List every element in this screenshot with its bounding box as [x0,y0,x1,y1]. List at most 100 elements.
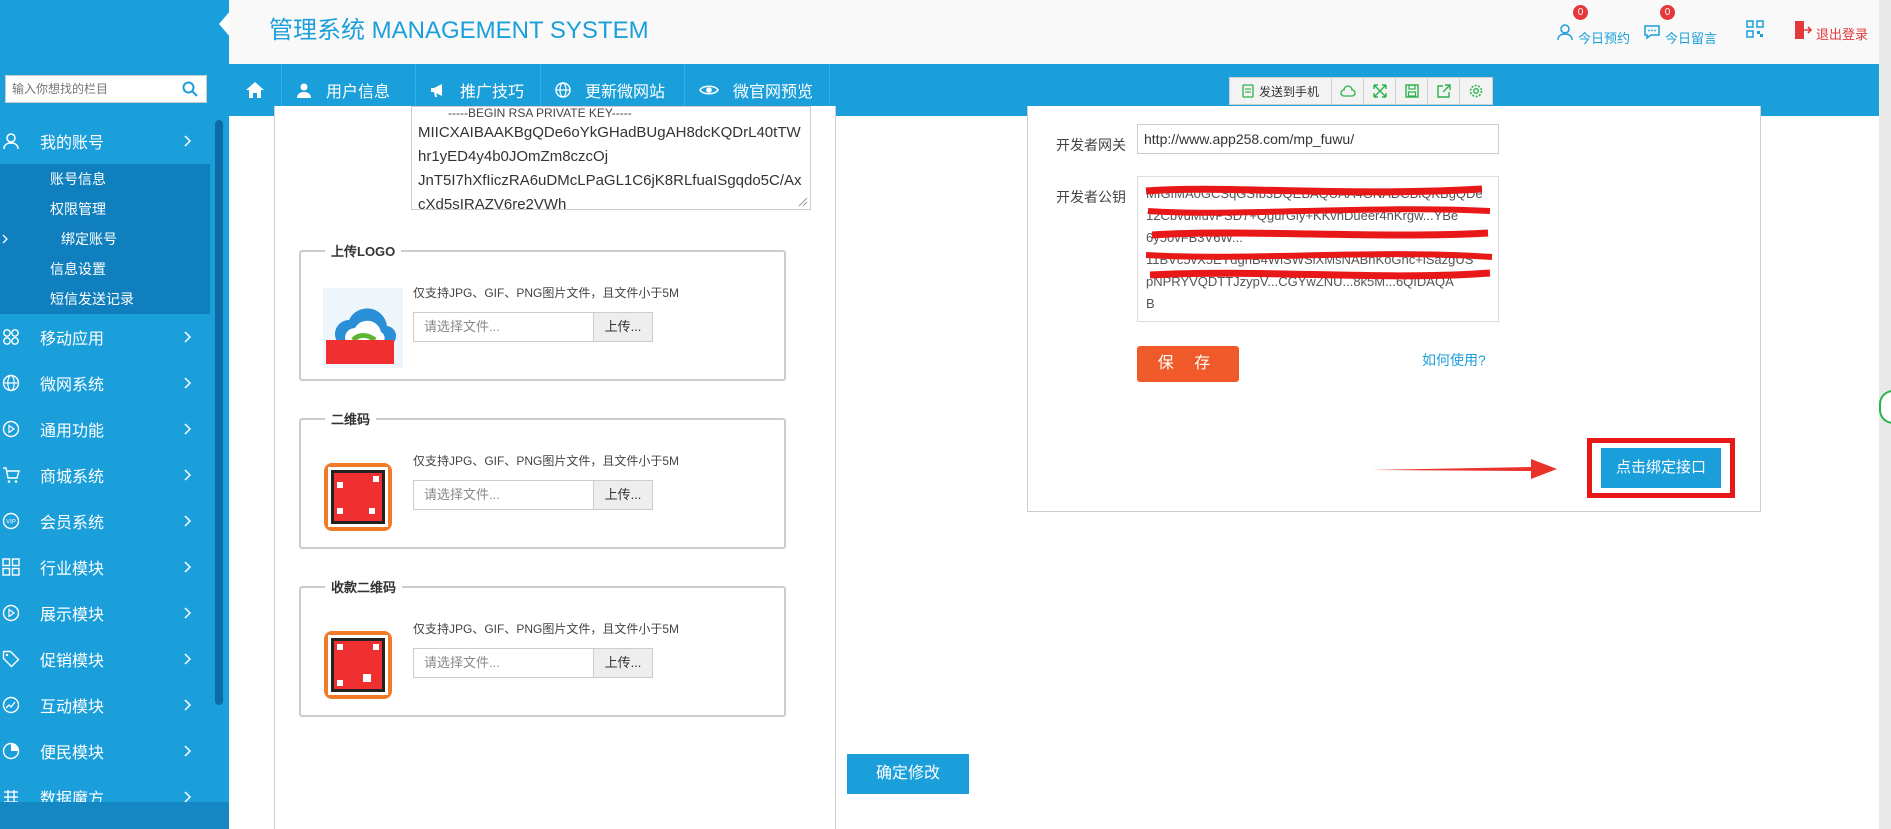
page-toolbar: 发送到手机 [1229,77,1493,105]
scroll-knob[interactable] [1879,390,1891,424]
sidebar-subitem-permissions[interactable]: 权限管理 [0,194,210,224]
upload-button[interactable]: 上传... [594,649,652,677]
sidebar-subitem-account-info[interactable]: 账号信息 [0,164,210,194]
sidebar-item-label: 互动模块 [40,699,105,716]
sidebar-item-display-modules[interactable]: 展示模块 [0,590,210,636]
sidebar-scrollbar[interactable] [215,120,223,705]
upload-payment-qrcode-legend: 收款二维码 [331,580,397,595]
pie-icon [2,742,20,760]
top-header: 管理系统 MANAGEMENT SYSTEM 0 今日预约 0 今日留言 退出登… [229,0,1891,64]
sidebar-subitem-label: 绑定账号 [61,231,117,247]
gear-icon [1469,84,1483,98]
redaction-scribble [1145,185,1493,280]
arrow-annotation [1371,459,1557,479]
nav-label: 用户信息 [326,84,391,101]
today-booking-link[interactable]: 0 今日预约 [1556,5,1630,47]
sidebar-item-my-account[interactable]: 我的账号 [0,118,210,164]
chat-icon [1644,24,1660,39]
sidebar-bottom-strip [0,802,229,829]
sidebar-item-interaction-modules[interactable]: 互动模块 [0,682,210,728]
messages-count-badge: 0 [1660,5,1675,20]
sidebar-menu: 我的账号 账号信息 权限管理 绑定账号 信息设置 短信发送记录 移动应用 微网系… [0,118,210,820]
nav-label: 更新微网站 [585,84,666,101]
save-toolbar-button[interactable] [1396,78,1428,104]
qrcode-file-picker[interactable]: 请选择文件... 上传... [413,480,653,510]
user-icon [3,133,19,150]
upload-hint: 仅支持JPG、GIF、PNG图片文件，且文件小于5M [413,454,680,468]
cart-icon [3,467,20,483]
upload-payment-qrcode-section: 收款二维码 仅支持JPG、GIF、PNG图片文件，且文件小于5M 请选择文件..… [299,577,786,717]
logout-label: 退出登录 [1816,27,1869,42]
upload-logo-section: 上传LOGO 仅支持JPG、GIF、PNG图片文件，且文件小于5M 请选择文件.… [299,241,786,381]
sidebar-subitem-sms-records[interactable]: 短信发送记录 [0,284,210,314]
upload-button[interactable]: 上传... [594,481,652,509]
sidebar-subitem-info-settings[interactable]: 信息设置 [0,254,210,284]
cloud-logo-image [323,288,403,368]
nav-label: 微官网预览 [733,84,814,101]
sidebar-item-label: 我的账号 [40,135,105,152]
sidebar-submenu-my-account: 账号信息 权限管理 绑定账号 信息设置 短信发送记录 [0,164,210,314]
payment-qrcode-file-picker[interactable]: 请选择文件... 上传... [413,648,653,678]
qrcode-icon[interactable] [1746,20,1764,38]
send-to-phone-button[interactable]: 发送到手机 [1230,78,1332,104]
save-button[interactable]: 保 存 [1137,346,1239,382]
globe-icon [555,82,571,98]
chevron-right-icon [184,653,192,665]
logout-button[interactable]: 退出登录 [1794,16,1868,43]
save-icon [1404,84,1419,98]
sidebar-item-label: 商城系统 [40,469,105,486]
sidebar-item-micro-site[interactable]: 微网系统 [0,360,210,406]
sidebar-item-label: 促销模块 [40,653,105,670]
chevron-right-icon [184,745,192,757]
gateway-input[interactable]: http://www.app258.com/mp_fuwu/ [1137,124,1499,154]
how-to-use-link[interactable]: 如何使用? [1422,350,1486,370]
phone-icon [1242,84,1254,98]
sidebar-search[interactable] [5,75,207,103]
upload-logo-legend: 上传LOGO [331,244,396,259]
chevron-right-icon [184,561,192,573]
fullscreen-button[interactable] [1364,78,1396,104]
sidebar-item-label: 便民模块 [40,745,105,762]
private-key-textarea[interactable]: -----BEGIN RSA PRIVATE KEY----- MIICXAIB… [411,106,811,210]
today-messages-link[interactable]: 0 今日留言 [1643,5,1717,47]
upload-button[interactable]: 上传... [594,313,652,341]
chevron-right-icon [184,377,192,389]
sidebar-item-label: 移动应用 [40,331,105,348]
search-icon[interactable] [182,81,198,97]
file-name-field[interactable]: 请选择文件... [414,649,594,677]
sidebar-item-convenience-modules[interactable]: 便民模块 [0,728,210,774]
vip-icon: VIP [2,512,20,530]
private-key-line-0: -----BEGIN RSA PRIVATE KEY----- [448,106,632,120]
sidebar-item-common-functions[interactable]: 通用功能 [0,406,210,452]
cloud-button[interactable] [1332,78,1364,104]
chevron-right-icon [184,331,192,343]
private-key-line-3: JnT5I7hXfIiczRA6uDMcLPaGL1C6jK8RLfuaISgq… [418,172,802,189]
sidebar-item-industry-modules[interactable]: 行业模块 [0,544,210,590]
cloud-icon [1339,85,1356,97]
sidebar-item-mall-system[interactable]: 商城系统 [0,452,210,498]
logo-file-picker[interactable]: 请选择文件... 上传... [413,312,653,342]
sidebar-item-member-system[interactable]: VIP 会员系统 [0,498,210,544]
bind-interface-button[interactable]: 点击绑定接口 [1601,448,1721,488]
sidebar-item-promotion-modules[interactable]: 促销模块 [0,636,210,682]
sidebar-subitem-bind-account[interactable]: 绑定账号 [0,224,210,254]
settings-button[interactable] [1460,78,1492,104]
megaphone-icon [431,84,442,97]
qrcode-image [324,463,392,531]
confirm-modify-button[interactable]: 确定修改 [847,754,969,794]
resize-handle-icon[interactable] [798,197,808,207]
page-scrollbar[interactable] [1879,0,1891,829]
share-icon [1436,84,1451,98]
payment-qrcode-thumbnail [323,630,393,700]
file-name-field[interactable]: 请选择文件... [414,481,594,509]
home-icon [246,82,264,98]
sidebar-item-mobile-apps[interactable]: 移动应用 [0,314,210,360]
search-input[interactable] [6,76,176,102]
qrcode-thumbnail [323,462,393,532]
pubkey-textarea[interactable]: MIGfMA0GCSqGSIb3DQEBAQUAA4GNADCBiQKBgQDe… [1137,176,1499,322]
share-button[interactable] [1428,78,1460,104]
grid-icon [3,329,19,345]
sidebar: 我的账号 账号信息 权限管理 绑定账号 信息设置 短信发送记录 移动应用 微网系… [0,0,231,829]
booking-count-badge: 0 [1573,5,1588,20]
file-name-field[interactable]: 请选择文件... [414,313,594,341]
